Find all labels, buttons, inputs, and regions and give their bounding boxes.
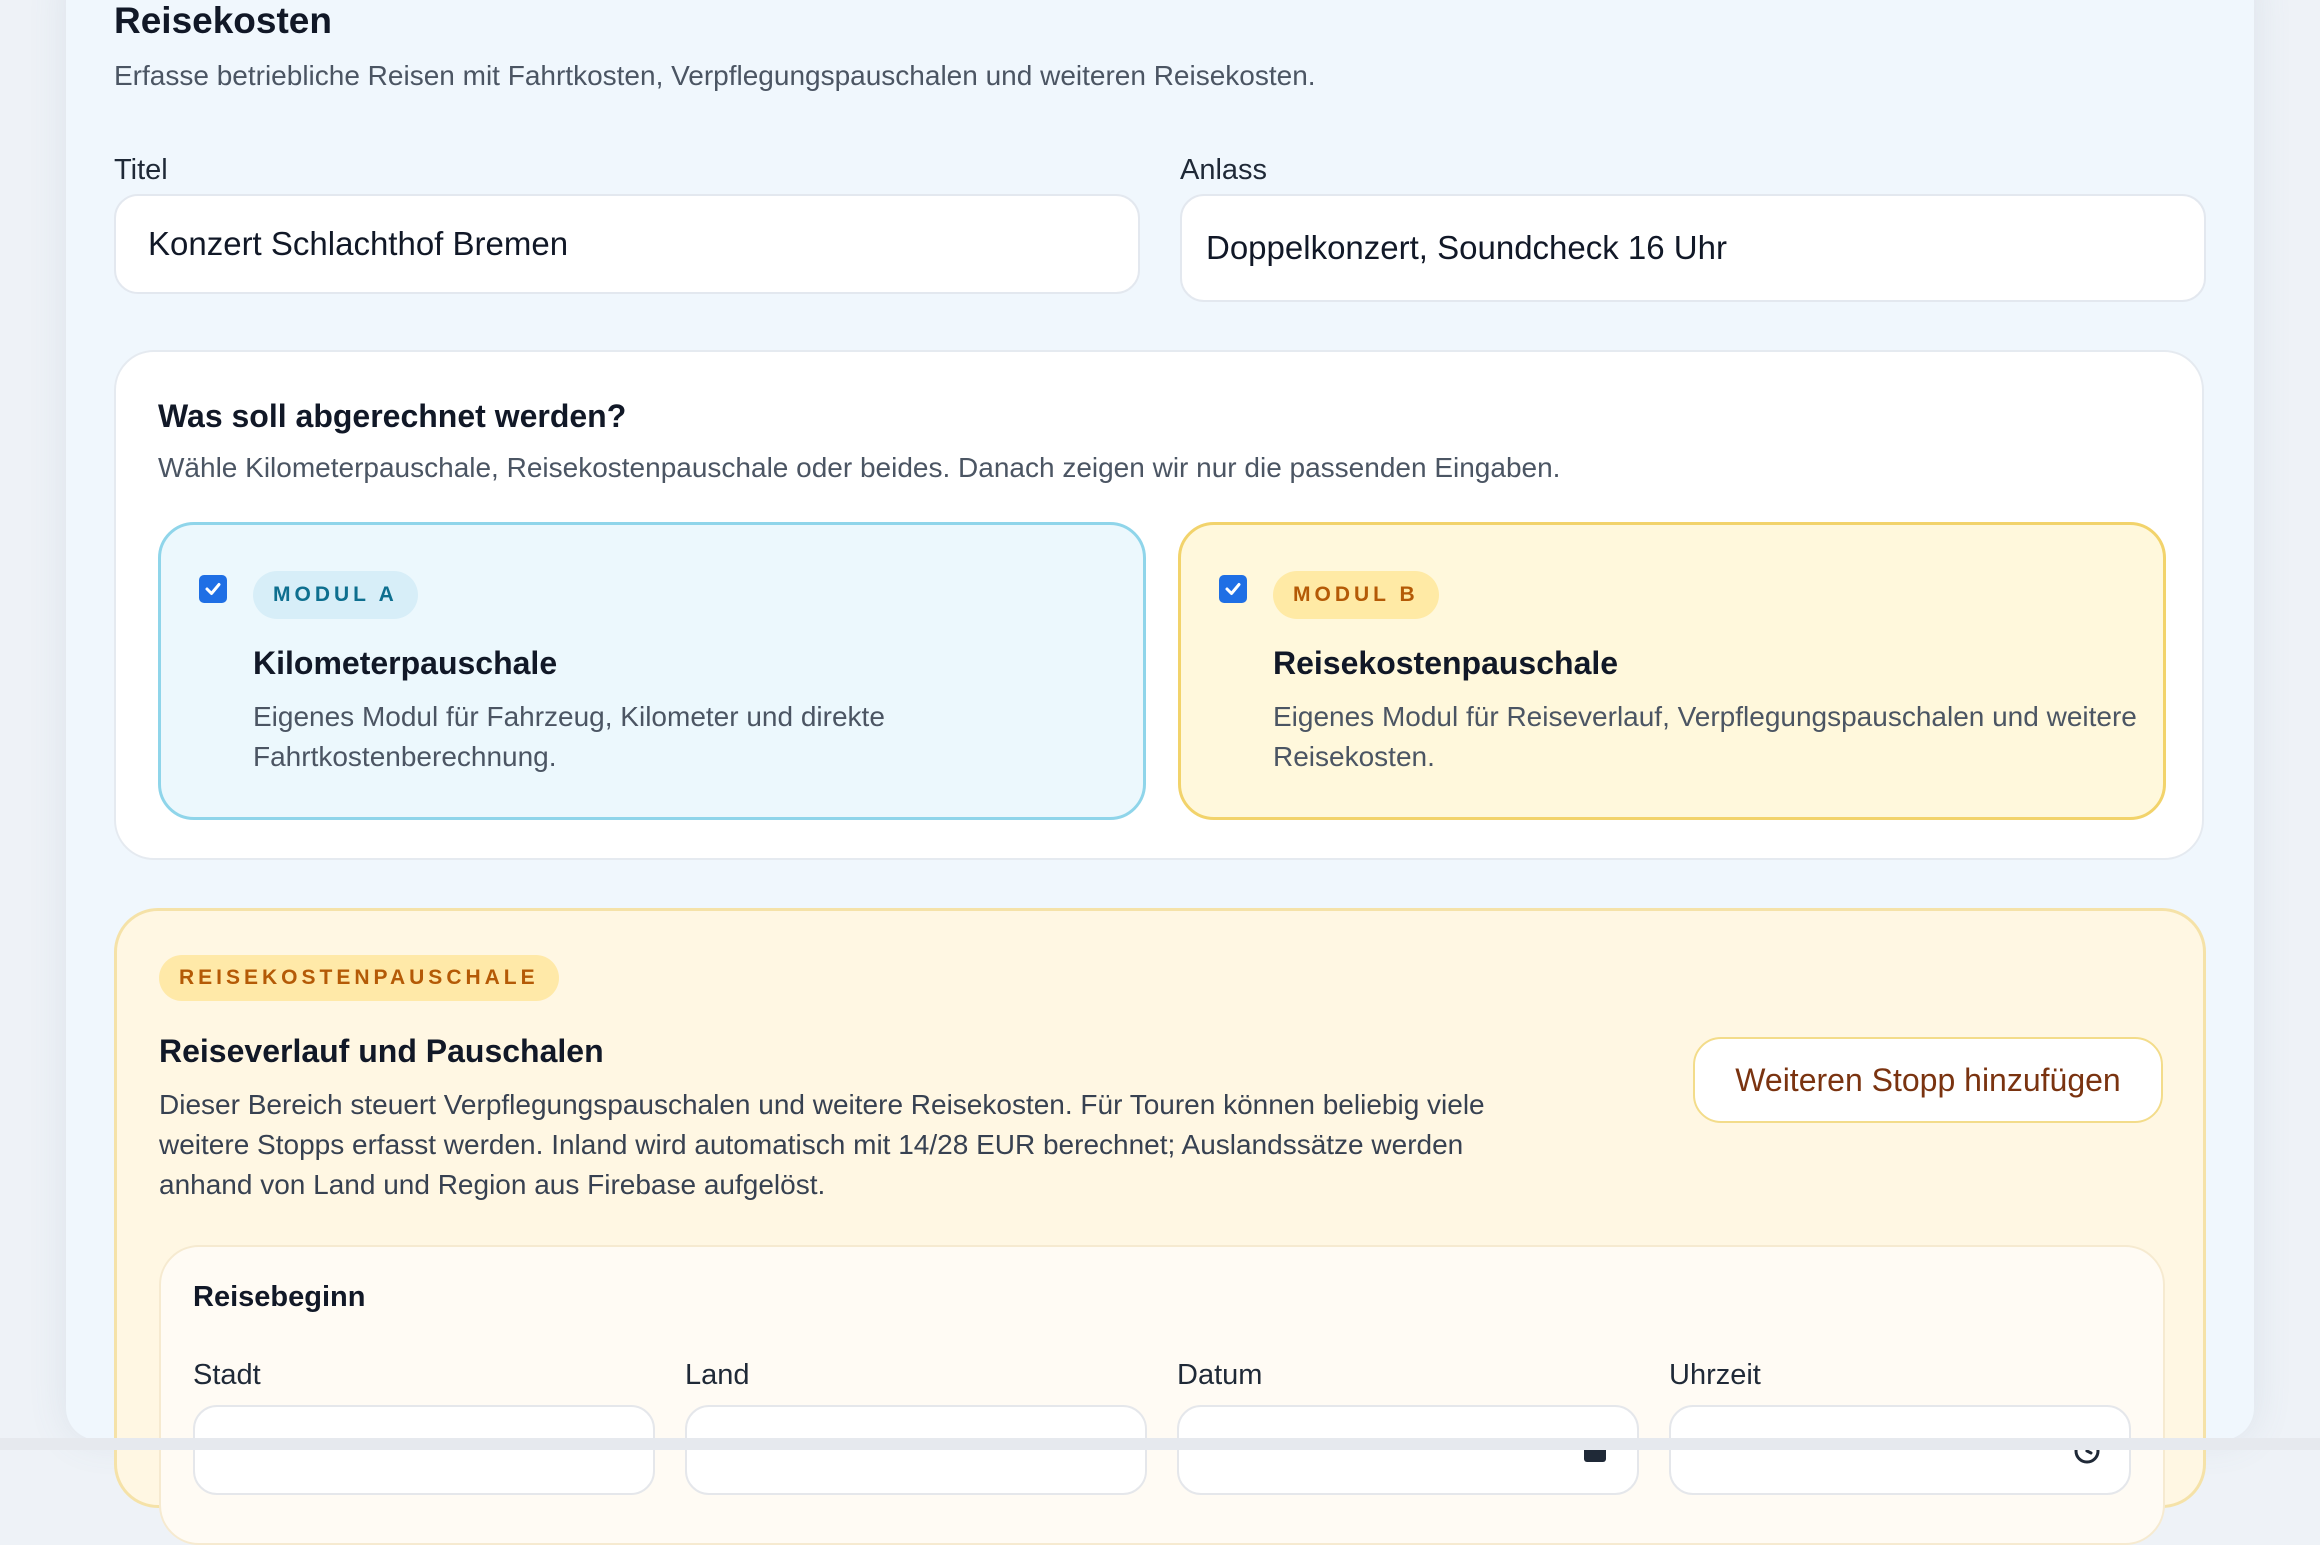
- module-b-description: Eigenes Modul für Reiseverlauf, Verpfleg…: [1273, 701, 2137, 772]
- title-label: Titel: [114, 154, 168, 186]
- billing-subtitle: Wähle Kilometerpauschale, Reisekostenpau…: [158, 452, 1561, 483]
- time-label: Uhrzeit: [1669, 1359, 1761, 1391]
- country-label: Land: [685, 1359, 750, 1391]
- occasion-label: Anlass: [1180, 154, 1268, 186]
- trip-start-card: Reisebeginn Stadt Land Datum Uhrzeit: [159, 1245, 2165, 1545]
- billing-selection-panel: Was soll abgerechnet werden? Wähle Kilom…: [114, 350, 2204, 860]
- checkmark-icon: [1225, 583, 1241, 595]
- module-b-title: Reisekostenpauschale: [1273, 645, 1619, 681]
- city-label: Stadt: [193, 1359, 261, 1391]
- travel-allowance-section: REISEKOSTENPAUSCHALE Reiseverlauf und Pa…: [114, 908, 2206, 1545]
- module-a-checkbox[interactable]: [199, 575, 227, 603]
- module-a-badge: MODUL A: [253, 571, 418, 619]
- section-title: Reiseverlauf und Pauschalen: [159, 1033, 604, 1069]
- date-input[interactable]: [1177, 1405, 1639, 1495]
- billing-title: Was soll abgerechnet werden?: [158, 398, 627, 434]
- title-input[interactable]: Konzert Schlachthof Bremen: [114, 194, 1140, 294]
- page-title: Reisekosten: [114, 0, 332, 41]
- occasion-input[interactable]: Doppelkonzert, Soundcheck 16 Uhr: [1180, 194, 2206, 302]
- section-description: Dieser Bereich steuert Verpflegungspausc…: [159, 1089, 1485, 1200]
- module-a-description: Eigenes Modul für Fahrzeug, Kilometer un…: [253, 701, 885, 772]
- country-input[interactable]: [685, 1405, 1147, 1495]
- checkmark-icon: [205, 583, 221, 595]
- date-label: Datum: [1177, 1359, 1263, 1391]
- section-badge: REISEKOSTENPAUSCHALE: [159, 955, 559, 1001]
- module-a-title: Kilometerpauschale: [253, 645, 558, 681]
- module-a-card[interactable]: MODUL A Kilometerpauschale Eigenes Modul…: [158, 522, 1146, 820]
- module-b-badge: MODUL B: [1273, 571, 1439, 619]
- trip-start-title: Reisebeginn: [193, 1281, 366, 1313]
- page-subtitle: Erfasse betriebliche Reisen mit Fahrtkos…: [114, 60, 1316, 91]
- add-stop-button[interactable]: Weiteren Stopp hinzufügen: [1693, 1037, 2163, 1123]
- module-b-checkbox[interactable]: [1219, 575, 1247, 603]
- time-input[interactable]: [1669, 1405, 2131, 1495]
- module-b-card[interactable]: MODUL B Reisekostenpauschale Eigenes Mod…: [1178, 522, 2166, 820]
- bottom-edge: [0, 1438, 2320, 1450]
- city-input[interactable]: [193, 1405, 655, 1495]
